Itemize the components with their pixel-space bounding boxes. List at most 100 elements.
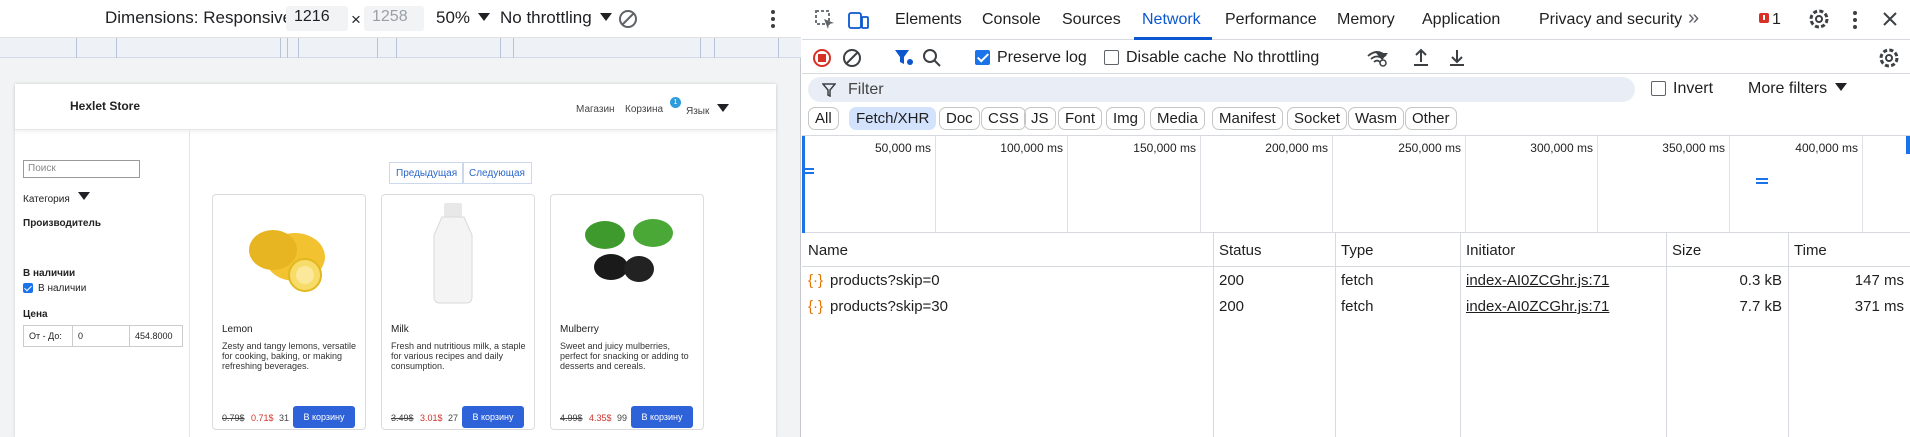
type-chip-css[interactable]: CSS: [981, 107, 1026, 130]
network-overview-timeline[interactable]: 50,000 ms 100,000 ms 150,000 ms 200,000 …: [802, 136, 1910, 233]
type-chip-all[interactable]: All: [808, 107, 839, 130]
preserve-log-checkbox[interactable]: [975, 50, 990, 65]
tab-performance[interactable]: Performance: [1225, 11, 1317, 29]
product-price: 0.71$: [251, 413, 274, 423]
import-har-icon[interactable]: [1412, 48, 1430, 68]
column-time[interactable]: Time: [1794, 242, 1827, 259]
more-options-icon[interactable]: [768, 9, 778, 29]
network-throttling-value: No throttling: [1233, 49, 1320, 66]
column-size[interactable]: Size: [1672, 242, 1701, 259]
error-icon[interactable]: [1758, 12, 1770, 26]
customize-menu-icon[interactable]: [1850, 10, 1860, 30]
timeline-right-handle[interactable]: [1906, 136, 1910, 154]
close-icon[interactable]: [1882, 11, 1898, 27]
filter-placeholder: Filter: [848, 81, 884, 98]
request-name[interactable]: products?skip=0: [830, 272, 940, 289]
disable-cache-checkbox[interactable]: [1104, 50, 1119, 65]
column-name[interactable]: Name: [808, 242, 848, 259]
tab-application[interactable]: Application: [1422, 11, 1500, 29]
store-brand[interactable]: Hexlet Store: [70, 99, 140, 113]
language-dropdown[interactable]: Язык: [686, 104, 729, 117]
tab-network[interactable]: Network: [1142, 11, 1201, 29]
type-chip-fetch-xhr[interactable]: Fetch/XHR: [849, 107, 937, 130]
devtools-tab-bar: Elements Console Sources Network Perform…: [802, 0, 1910, 40]
network-request-table: Name Status Type Initiator Size Time {·}…: [802, 233, 1910, 437]
media-query-ruler[interactable]: [0, 38, 801, 58]
type-chip-other[interactable]: Other: [1405, 107, 1457, 130]
device-toolbar: Dimensions: Responsive 1216 × 1258 50% N…: [0, 0, 801, 38]
in-stock-heading: В наличии: [23, 268, 76, 279]
request-status: 200: [1219, 298, 1245, 315]
type-chip-img[interactable]: Img: [1106, 107, 1146, 130]
request-initiator-link[interactable]: index-AI0ZCGhr.js:71: [1466, 298, 1609, 315]
inspect-element-icon[interactable]: [814, 9, 836, 31]
rotate-icon[interactable]: [616, 7, 640, 31]
product-title[interactable]: Milk: [391, 324, 409, 335]
in-stock-checkbox[interactable]: [23, 283, 33, 293]
product-description: Fresh and nutritious milk, a staple for …: [391, 341, 526, 371]
network-settings-icon[interactable]: [1878, 47, 1900, 69]
product-title[interactable]: Mulberry: [560, 324, 599, 335]
tab-sources[interactable]: Sources: [1062, 11, 1121, 29]
request-time: 147 ms: [1854, 272, 1904, 289]
record-stop-icon[interactable]: [812, 48, 832, 68]
category-dropdown[interactable]: Категория: [23, 192, 90, 205]
export-har-icon[interactable]: [1448, 48, 1466, 68]
product-title[interactable]: Lemon: [222, 324, 253, 335]
tab-privacy-security[interactable]: Privacy and security: [1539, 11, 1682, 29]
search-input[interactable]: Поиск: [23, 160, 140, 178]
settings-gear-icon[interactable]: [1808, 8, 1830, 30]
type-chip-socket[interactable]: Socket: [1287, 107, 1347, 130]
search-icon[interactable]: [922, 48, 942, 68]
request-name[interactable]: products?skip=30: [830, 298, 948, 315]
emulated-page: Hexlet Store Магазин Корзина 1 Язык Поис…: [15, 84, 776, 437]
type-chip-js[interactable]: JS: [1024, 107, 1056, 130]
price-min-input[interactable]: 0: [78, 331, 83, 341]
preserve-log-label: Preserve log: [997, 49, 1087, 66]
invert-checkbox[interactable]: [1651, 81, 1666, 96]
product-card: Lemon Zesty and tangy lemons, versatile …: [212, 194, 366, 430]
request-initiator-link[interactable]: index-AI0ZCGhr.js:71: [1466, 272, 1609, 289]
column-status[interactable]: Status: [1219, 242, 1262, 259]
timeline-left-handle[interactable]: [802, 136, 805, 233]
dimensions-dropdown[interactable]: Dimensions: Responsive: [105, 8, 312, 28]
filter-row: Filter Invert More filters: [802, 74, 1910, 106]
tab-memory[interactable]: Memory: [1337, 11, 1395, 29]
tab-elements[interactable]: Elements: [895, 11, 962, 29]
table-row[interactable]: {·} products?skip=30 200 fetch index-AI0…: [802, 294, 1910, 320]
pager-next-button[interactable]: Следующая: [462, 162, 532, 184]
network-conditions-icon[interactable]: [1366, 48, 1388, 68]
nav-shop-link[interactable]: Магазин: [576, 104, 615, 115]
product-old-price: 0.79$: [222, 413, 245, 423]
zoom-dropdown[interactable]: 50%: [436, 8, 490, 28]
more-filters-dropdown[interactable]: More filters: [1748, 80, 1847, 98]
column-initiator[interactable]: Initiator: [1466, 242, 1515, 259]
filter-icon[interactable]: [894, 49, 914, 67]
filter-input[interactable]: Filter: [808, 77, 1635, 102]
width-input[interactable]: 1216: [286, 6, 348, 31]
type-chip-doc[interactable]: Doc: [939, 107, 980, 130]
table-row[interactable]: {·} products?skip=0 200 fetch index-AI0Z…: [802, 268, 1910, 294]
timeline-tick: 150,000 ms: [1133, 141, 1196, 155]
more-tabs-button[interactable]: »: [1688, 7, 1699, 30]
add-to-cart-button[interactable]: В корзину: [293, 406, 355, 428]
type-chip-manifest[interactable]: Manifest: [1212, 107, 1283, 130]
tab-console[interactable]: Console: [982, 11, 1041, 29]
nav-cart-link[interactable]: Корзина: [625, 104, 663, 115]
throttling-dropdown[interactable]: No throttling: [500, 8, 612, 28]
timeline-tick: 300,000 ms: [1530, 141, 1593, 155]
type-chip-font[interactable]: Font: [1058, 107, 1103, 130]
type-chip-wasm[interactable]: Wasm: [1348, 107, 1404, 130]
type-chip-media[interactable]: Media: [1150, 107, 1205, 130]
column-type[interactable]: Type: [1341, 242, 1374, 259]
price-max-input[interactable]: 454.8000: [135, 331, 173, 341]
device-toggle-icon[interactable]: [847, 9, 869, 31]
request-type: fetch: [1341, 272, 1374, 289]
add-to-cart-button[interactable]: В корзину: [631, 406, 693, 428]
error-count[interactable]: 1: [1772, 11, 1781, 29]
height-input[interactable]: 1258: [364, 6, 424, 31]
add-to-cart-button[interactable]: В корзину: [462, 406, 524, 428]
clear-log-icon[interactable]: [842, 48, 862, 68]
devtools-panel: Elements Console Sources Network Perform…: [802, 0, 1910, 437]
pager-prev-button[interactable]: Предыдущая: [389, 162, 465, 184]
